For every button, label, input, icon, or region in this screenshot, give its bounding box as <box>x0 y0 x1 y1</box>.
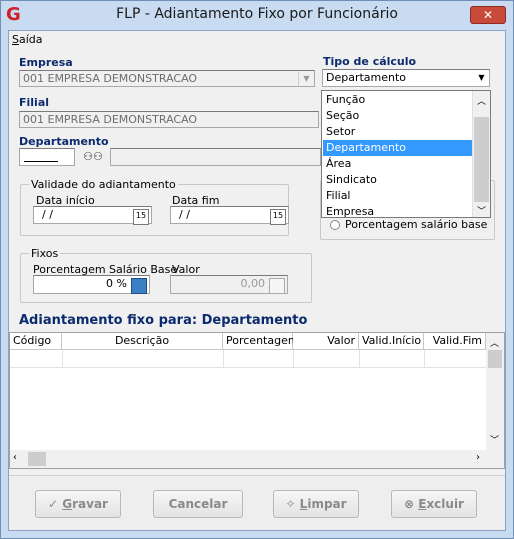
valor-input: 0,00 <box>170 275 288 294</box>
column-header-porcentagem[interactable]: Porcentagem <box>223 333 299 350</box>
data-table[interactable]: Código Descrição Porcentagem Valor Valid… <box>9 332 505 469</box>
validade-group-title: Validade do adiantamento <box>29 178 178 191</box>
excluir-button: ⊗ Excluir <box>391 490 477 518</box>
tipo-calculo-value: Departamento <box>326 71 407 84</box>
gravar-button: ✓ Gravar <box>35 490 121 518</box>
dropdown-option[interactable]: Área <box>323 156 472 172</box>
chevron-down-icon[interactable]: ﹀ <box>477 204 486 217</box>
window-title: FLP - Adiantamento Fixo por Funcionário <box>116 6 398 22</box>
tipo-calculo-select[interactable]: Departamento ▼ <box>322 69 490 87</box>
cell-divider <box>293 350 294 367</box>
data-inicio-input[interactable]: / / 15 <box>33 206 152 225</box>
scrollbar-thumb[interactable] <box>28 452 46 466</box>
chevron-down-icon[interactable]: ▼ <box>474 70 489 86</box>
menu-bar: Saída <box>9 31 505 49</box>
menu-item-saida[interactable]: Saída <box>12 33 43 46</box>
excluir-label: xcluir <box>426 497 464 511</box>
data-fim-value: / / <box>179 208 190 221</box>
check-icon: ✓ <box>48 497 63 511</box>
chevron-right-icon[interactable]: › <box>476 452 480 463</box>
column-header-valor[interactable]: Valor <box>293 333 359 350</box>
dropdown-scrollbar[interactable]: ︿ ﹀ <box>472 91 490 217</box>
scrollbar-thumb[interactable] <box>488 350 502 368</box>
menu-saida-label: aída <box>18 33 43 46</box>
porcentagem-value: 0 % <box>106 277 127 290</box>
filial-label: Filial <box>19 96 50 109</box>
calculator-icon[interactable] <box>131 278 147 294</box>
calendar-icon[interactable]: 15 <box>270 209 286 225</box>
column-header-valid-fim[interactable]: Valid.Fim <box>424 333 486 350</box>
section-title: Adiantamento fixo para: Departamento <box>19 313 308 328</box>
column-header-valid-inicio[interactable]: Valid.Início <box>359 333 424 350</box>
limpar-label: impar <box>307 497 347 511</box>
column-header-codigo[interactable]: Código <box>10 333 62 350</box>
dropdown-option[interactable]: Empresa <box>323 204 472 220</box>
chevron-up-icon[interactable]: ︿ <box>477 94 486 107</box>
fixos-group-title: Fixos <box>29 247 61 260</box>
dropdown-option[interactable]: Filial <box>323 188 472 204</box>
radio-porcentagem[interactable] <box>330 220 340 230</box>
chevron-left-icon[interactable]: ‹ <box>13 452 17 463</box>
table-hscrollbar[interactable]: ‹ › <box>10 450 504 468</box>
valor-value: 0,00 <box>240 277 266 290</box>
dropdown-option[interactable]: Seção <box>323 108 472 124</box>
binoculars-search-icon[interactable]: ⚇⚇ <box>83 150 103 165</box>
tipo-calculo-label: Tipo de cálculo <box>323 55 417 68</box>
departamento-description-field <box>110 148 321 166</box>
menu-saida-mnemonic: S <box>12 33 19 46</box>
input-mask-line <box>24 161 58 162</box>
trash-icon: ⊗ <box>404 497 419 511</box>
close-button[interactable]: ✕ <box>470 6 506 24</box>
dropdown-option[interactable]: Sindicato <box>323 172 472 188</box>
cancelar-button: Cancelar <box>153 490 243 518</box>
cell-divider <box>424 350 425 367</box>
gravar-label: ravar <box>72 497 108 511</box>
table-row[interactable] <box>10 350 486 368</box>
empresa-value: 001 EMPRESA DEMONSTRACAO <box>23 72 198 85</box>
tipo-calculo-dropdown-list[interactable]: Função Seção Setor Departamento Área Sin… <box>321 90 491 218</box>
gravar-mnemonic: G <box>62 497 73 511</box>
empresa-select[interactable]: 001 EMPRESA DEMONSTRACAO ▼ <box>19 70 315 87</box>
chevron-down-icon[interactable]: ▼ <box>298 71 314 86</box>
cell-divider <box>359 350 360 367</box>
porcentagem-input[interactable]: 0 % <box>33 275 150 294</box>
dropdown-option-selected[interactable]: Departamento <box>323 140 472 156</box>
empresa-label: Empresa <box>19 56 73 69</box>
table-vscrollbar[interactable]: ︿ ﹀ <box>486 333 504 450</box>
data-fim-input[interactable]: / / 15 <box>170 206 289 225</box>
filial-value: 001 EMPRESA DEMONSTRACAO <box>23 113 198 126</box>
cell-divider <box>62 350 63 367</box>
cell-divider <box>223 350 224 367</box>
departamento-label: Departamento <box>19 135 109 148</box>
calculator-icon <box>269 278 285 294</box>
data-inicio-value: / / <box>42 208 53 221</box>
chevron-down-icon[interactable]: ﹀ <box>490 433 499 446</box>
calendar-icon[interactable]: 15 <box>133 209 149 225</box>
scrollbar-thumb[interactable] <box>474 117 489 202</box>
limpar-button: ✧ Limpar <box>273 490 359 518</box>
filial-field: 001 EMPRESA DEMONSTRACAO <box>19 111 319 128</box>
column-header-descricao[interactable]: Descrição <box>62 333 223 350</box>
departamento-code-input[interactable] <box>19 148 75 166</box>
chevron-up-icon[interactable]: ︿ <box>490 336 499 349</box>
eraser-icon: ✧ <box>285 497 300 511</box>
dropdown-option[interactable]: Função <box>323 92 472 108</box>
dropdown-option[interactable]: Setor <box>323 124 472 140</box>
